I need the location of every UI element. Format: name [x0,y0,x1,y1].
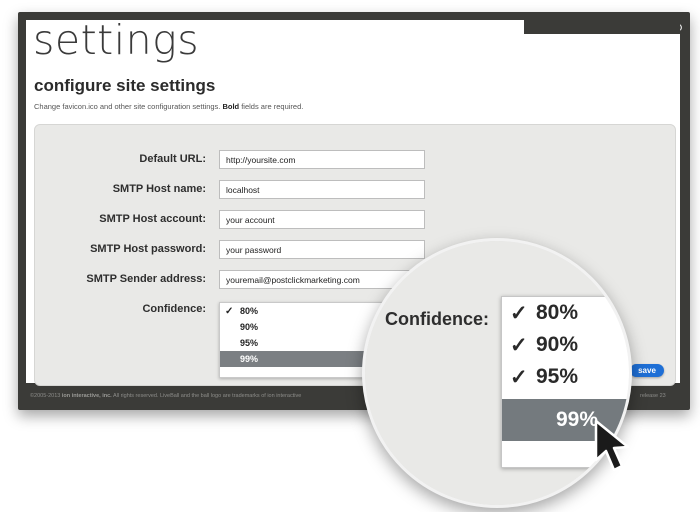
section-title: configure site settings [34,76,216,95]
footer-text: ©2005-2013 [30,393,62,399]
field-row-smtp-host-name: SMTP Host name: localhost [0,180,425,200]
save-button[interactable]: save [630,364,664,377]
field-label: Confidence: [142,303,206,315]
option-label: 80% [240,306,259,316]
option-label: 90% [240,322,259,332]
field-label: Default URL: [139,153,206,165]
smtp-host-name-input[interactable]: localhost [219,180,425,199]
field-label: SMTP Host account: [99,213,206,225]
desc-text-end: fields are required. [239,102,304,111]
desc-bold: Bold [222,102,240,111]
option-label: 80% [536,301,579,324]
checkmark-icon: ✓ [225,305,234,317]
page-title: settings [33,16,200,64]
footer-company: ion interactive, inc. [61,393,112,399]
option-label: 95% [536,365,579,388]
page-description: Change favicon.ico and other site config… [34,102,303,111]
option-label: 99% [240,354,259,364]
field-row-default-url: Default URL: http://yoursite.com [0,150,425,170]
field-label: SMTP Host password: [90,243,206,255]
default-url-input[interactable]: http://yoursite.com [219,150,425,169]
option-label: 90% [536,333,579,356]
checkmark-icon: ✓ [510,301,528,325]
magnified-option-80: ✓ 80% [502,297,629,329]
footer-copyright: ©2005-2013 ion interactive, inc. All rig… [30,393,301,399]
field-label: SMTP Host name: [112,183,206,195]
field-row-smtp-sender-address: SMTP Sender address: youremail@postclick… [0,270,425,290]
smtp-host-account-input[interactable]: your account [219,210,425,229]
header-notch [524,20,680,34]
cursor-arrow-icon [594,419,630,472]
footer-text-end: All rights reserved. LiveBall and the ba… [111,393,302,399]
checkmark-icon: ✓ [510,333,528,357]
magnified-option-90: ✓ 90% [502,329,629,361]
magnified-area: Confidence: ✓ 80% ✓ 90% ✓ 95% 99% [365,241,629,505]
desc-text: Change favicon.ico and other site config… [34,102,223,111]
option-label: 95% [240,338,259,348]
release-version: release 23 [640,393,666,399]
field-row-smtp-host-account: SMTP Host account: your account [0,210,425,230]
field-label: SMTP Sender address: [86,273,206,285]
checkmark-icon: ✓ [510,365,528,389]
magnified-option-95: ✓ 95% [502,361,629,393]
field-row-smtp-host-password: SMTP Host password: your password [0,240,425,260]
magnified-confidence-label: Confidence: [385,309,490,329]
